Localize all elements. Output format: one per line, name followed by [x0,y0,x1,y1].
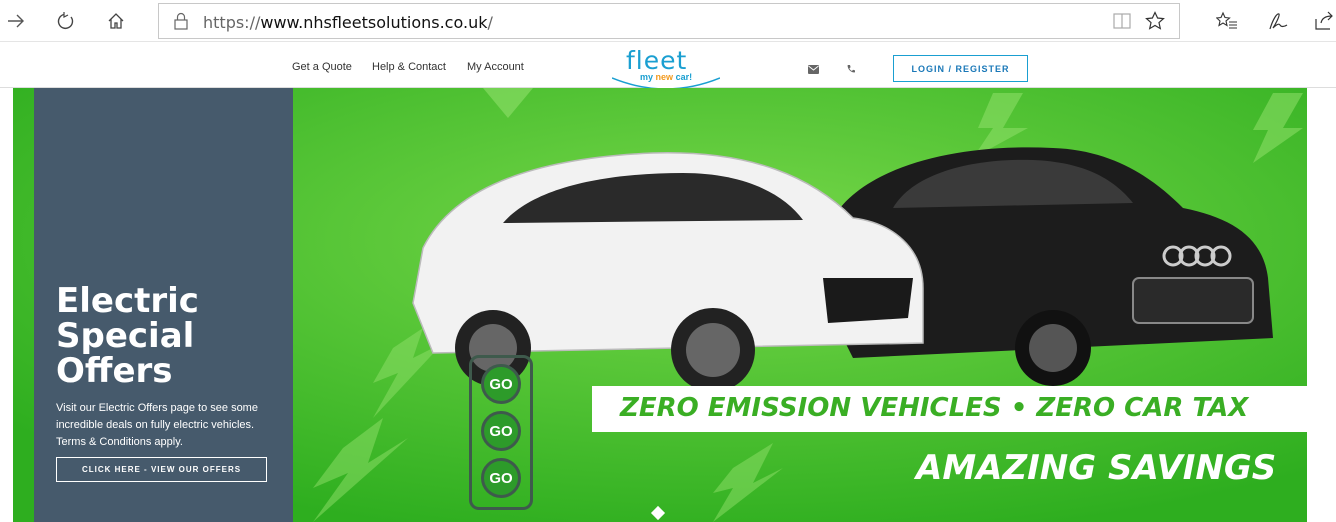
favorite-star-icon[interactable] [1145,11,1165,36]
notes-pen-icon[interactable] [1262,5,1294,37]
reading-view-icon[interactable] [1113,13,1131,34]
logo-wordmark: fleet [626,46,688,75]
share-icon[interactable] [1308,5,1336,37]
go-light: GO [481,458,521,498]
view-offers-button[interactable]: CLICK HERE - VIEW OUR OFFERS [56,457,267,482]
url-text: https://www.nhsfleetsolutions.co.uk/ [203,13,493,32]
lock-icon [173,12,189,35]
traffic-light-graphic: GO GO GO [469,355,533,510]
browser-toolbar: https://www.nhsfleetsolutions.co.uk/ [0,0,1336,42]
site-header: Get a Quote Help & Contact My Account fl… [0,42,1336,90]
home-icon[interactable] [100,5,132,37]
go-light: GO [481,411,521,451]
favorites-list-icon[interactable] [1211,5,1243,37]
promo-strip-text: ZERO EMISSION VEHICLES • ZERO CAR TAX [620,393,1249,423]
nav-get-a-quote[interactable]: Get a Quote [292,61,352,73]
nav-help-contact[interactable]: Help & Contact [372,61,446,73]
address-bar[interactable]: https://www.nhsfleetsolutions.co.uk/ [158,3,1180,39]
offer-title: Electric Special Offers [56,281,199,391]
fleet-logo[interactable]: fleet my new car! [611,42,721,90]
phone-icon[interactable] [846,61,860,73]
forward-icon[interactable] [0,5,32,37]
logo-tagline: my new car! [640,72,693,82]
offer-panel: Electric Special Offers Visit our Electr… [34,88,293,522]
email-icon[interactable] [808,61,822,74]
refresh-icon[interactable] [50,5,82,37]
offer-description: Visit our Electric Offers page to see so… [56,402,258,448]
hero-banner: Electric Special Offers Visit our Electr… [13,88,1307,522]
go-light: GO [481,364,521,404]
amazing-savings-text: AMAZING SAVINGS [916,448,1277,488]
login-register-button[interactable]: LOGIN / REGISTER [893,55,1028,82]
electric-cars-image [412,147,1273,388]
nav-my-account[interactable]: My Account [467,61,524,73]
